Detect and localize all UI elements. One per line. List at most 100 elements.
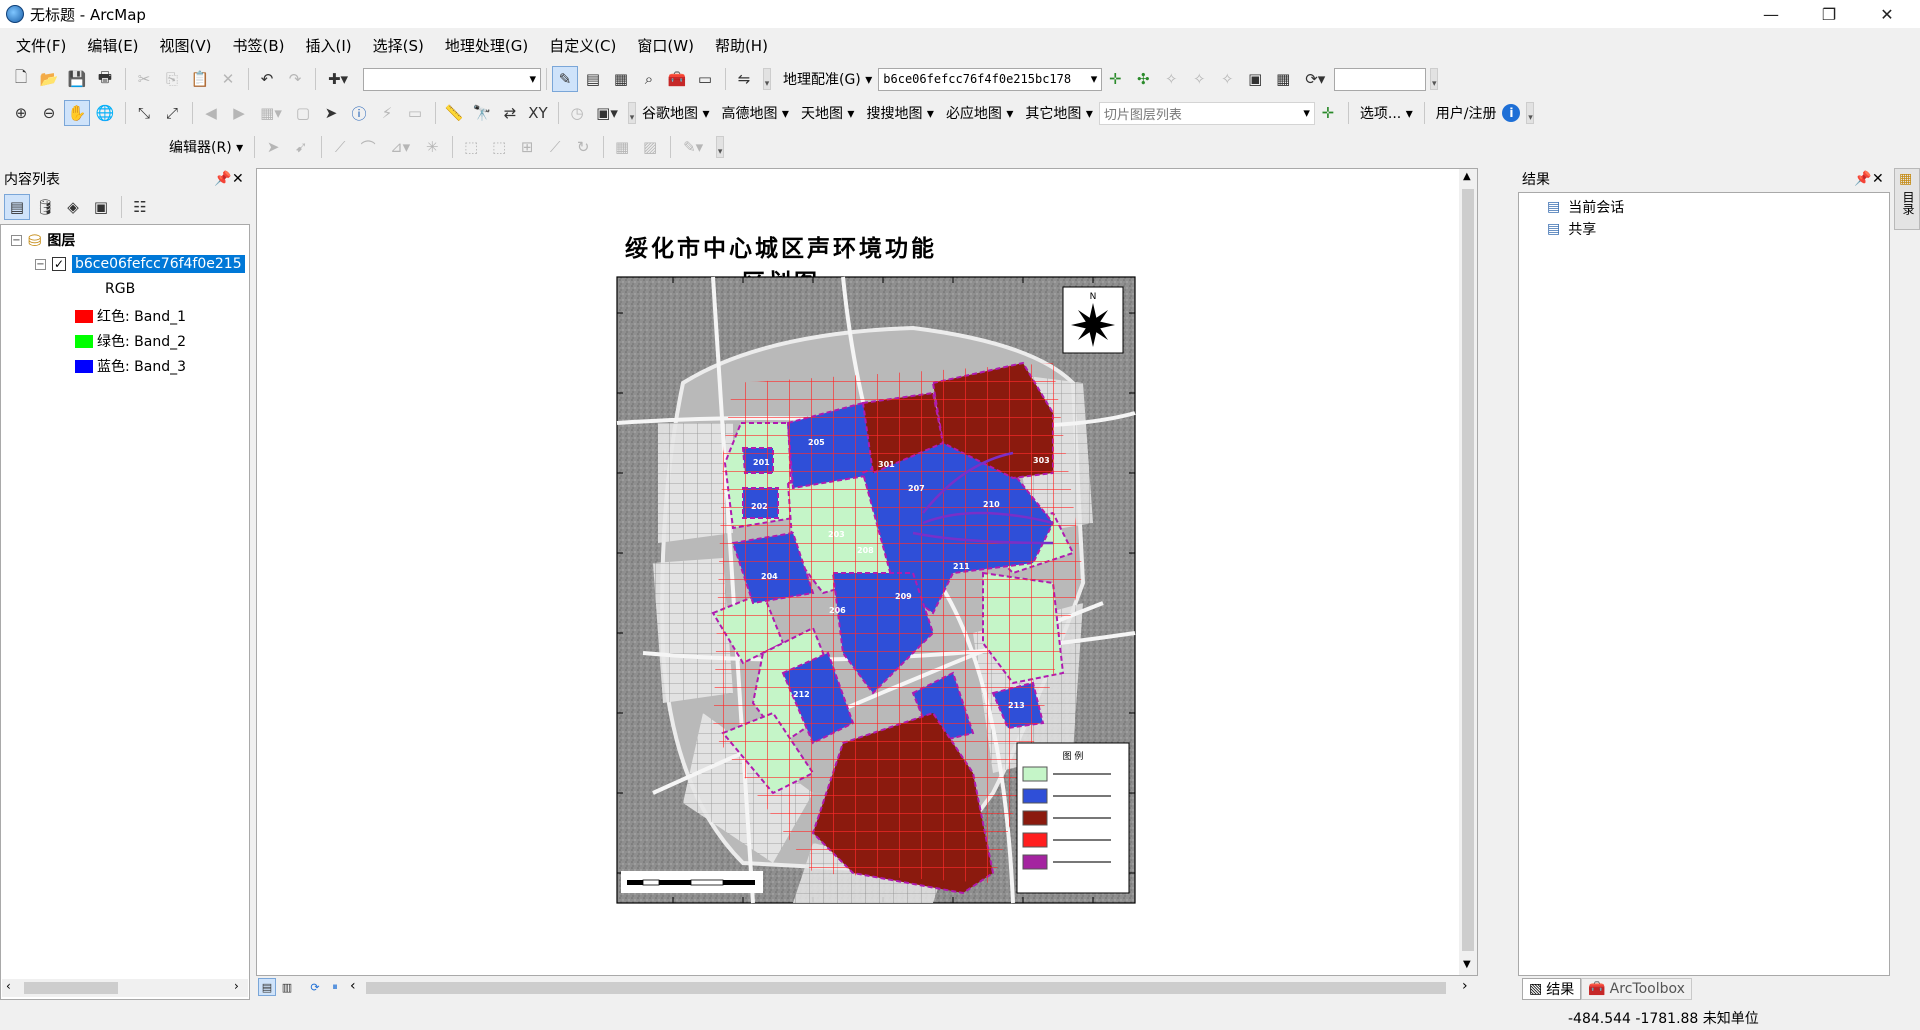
- select-link-icon[interactable]: ✧: [1158, 66, 1184, 92]
- refresh-icon[interactable]: ⟳: [306, 978, 324, 996]
- pause-drawing-icon[interactable]: ⏸: [326, 978, 344, 996]
- end-point-arc-icon[interactable]: ⌒: [355, 134, 381, 160]
- delete-icon[interactable]: ✕: [215, 66, 241, 92]
- toolbar-grip[interactable]: ▾: [763, 68, 771, 90]
- pin-icon[interactable]: 📌: [1854, 171, 1871, 187]
- close-button[interactable]: ✕: [1858, 0, 1916, 28]
- toc-horizontal-scrollbar[interactable]: ‹ ›: [2, 979, 248, 997]
- scale-dropdown[interactable]: ▾: [363, 67, 541, 91]
- edit-annotation-icon[interactable]: ➹: [288, 134, 314, 160]
- open-folder-icon[interactable]: 📂: [36, 66, 62, 92]
- auto-adjust-icon[interactable]: ✣: [1130, 66, 1156, 92]
- straight-segment-icon[interactable]: ⟋: [327, 134, 353, 160]
- html-popup-icon[interactable]: ▭: [402, 100, 428, 126]
- menu-geoprocessing[interactable]: 地理处理(G): [437, 33, 536, 58]
- delete-link-icon[interactable]: ✧: [1214, 66, 1240, 92]
- measure-icon[interactable]: 📏: [441, 100, 467, 126]
- scroll-left-icon[interactable]: ‹: [350, 978, 356, 994]
- layers-root[interactable]: − ⛁ 图层: [11, 230, 75, 250]
- layer-visibility-checkbox[interactable]: ✓: [52, 257, 66, 271]
- go-to-xy-icon[interactable]: XY: [525, 100, 551, 126]
- fixed-zoom-in-icon[interactable]: ⤡: [131, 100, 157, 126]
- scroll-right-icon[interactable]: ›: [234, 979, 239, 993]
- zoom-out-icon[interactable]: ⊖: [36, 100, 62, 126]
- print-icon[interactable]: 🖶: [92, 66, 118, 92]
- table-of-contents-icon[interactable]: ▤: [580, 66, 606, 92]
- raster-layer-item[interactable]: − ✓ b6ce06fefcc76f4f0e215: [35, 255, 245, 273]
- zoom-to-link-icon[interactable]: ✧: [1186, 66, 1212, 92]
- options-icon[interactable]: ☷: [127, 194, 153, 220]
- scroll-right-icon[interactable]: ›: [1462, 978, 1468, 994]
- list-by-drawing-order-icon[interactable]: ▤: [4, 194, 30, 220]
- info-icon[interactable]: i: [1502, 104, 1521, 122]
- forward-arrow-icon[interactable]: ▶: [226, 100, 252, 126]
- select-elements-arrow-icon[interactable]: ➤: [318, 100, 344, 126]
- search-window-icon[interactable]: ⌕: [636, 66, 662, 92]
- list-by-source-icon[interactable]: 🛢: [32, 194, 58, 220]
- bing-maps-menu[interactable]: 必应地图 ▾: [940, 103, 1019, 123]
- clear-selection-icon[interactable]: ▢: [290, 100, 316, 126]
- layer-name-label[interactable]: b6ce06fefcc76f4f0e215: [72, 255, 245, 273]
- user-register-button[interactable]: 用户/注册: [1430, 103, 1503, 123]
- list-by-visibility-icon[interactable]: ◈: [60, 194, 86, 220]
- model-builder-icon[interactable]: ⇋: [731, 66, 757, 92]
- cut-icon[interactable]: ✂: [131, 66, 157, 92]
- soso-maps-menu[interactable]: 搜搜地图 ▾: [860, 103, 939, 123]
- undo-icon[interactable]: ↶: [254, 66, 280, 92]
- collapse-icon[interactable]: −: [11, 234, 22, 246]
- edit-vertices-icon[interactable]: ⬚: [458, 134, 484, 160]
- identify-icon[interactable]: ⓘ: [346, 100, 372, 126]
- scroll-up-icon[interactable]: ▲: [1463, 171, 1471, 182]
- data-view-icon[interactable]: ▤: [258, 978, 276, 996]
- current-session-item[interactable]: ▤ 当前会话: [1547, 197, 1624, 217]
- menu-insert[interactable]: 插入(I): [298, 33, 360, 58]
- python-window-icon[interactable]: ▭: [692, 66, 718, 92]
- tile-layer-list-dropdown[interactable]: 切片图层列表 ▾: [1098, 101, 1315, 125]
- rotate-tool-icon[interactable]: ↻: [570, 134, 596, 160]
- split-tool-icon[interactable]: ⟋: [542, 134, 568, 160]
- map-view[interactable]: 绥化市中心城区声环境功能区划图: [256, 168, 1478, 976]
- sketch-properties-icon[interactable]: ▨: [637, 134, 663, 160]
- rotate-icon[interactable]: ⟳▾: [1298, 66, 1332, 92]
- pan-hand-icon[interactable]: ✋: [64, 100, 90, 126]
- georef-extra-input[interactable]: [1334, 67, 1427, 91]
- menu-view[interactable]: 视图(V): [152, 33, 220, 58]
- google-maps-menu[interactable]: 谷歌地图 ▾: [636, 103, 715, 123]
- create-viewer-window-icon[interactable]: ▣▾: [592, 100, 622, 126]
- paste-icon[interactable]: 📋: [187, 66, 213, 92]
- georeferencing-menu[interactable]: 地理配准(G) ▾: [777, 69, 878, 89]
- pin-icon[interactable]: 📌: [214, 171, 231, 187]
- scroll-thumb[interactable]: [24, 982, 118, 994]
- collapse-icon[interactable]: −: [35, 258, 46, 270]
- link-table-icon[interactable]: ▦: [1270, 66, 1296, 92]
- edit-tool-icon[interactable]: ➤: [260, 134, 286, 160]
- find-binoculars-icon[interactable]: 🔭: [469, 100, 495, 126]
- tab-results[interactable]: ▧ 结果: [1522, 978, 1582, 1000]
- other-maps-menu[interactable]: 其它地图 ▾: [1019, 103, 1098, 123]
- create-features-icon[interactable]: ✎▾: [676, 134, 710, 160]
- tab-arctoolbox[interactable]: 🧰 ArcToolbox: [1581, 978, 1692, 1000]
- shared-item[interactable]: ▤ 共享: [1547, 219, 1596, 239]
- add-control-points-icon[interactable]: ✛: [1102, 66, 1128, 92]
- map-vertical-scrollbar[interactable]: ▲ ▼: [1459, 169, 1477, 975]
- list-by-selection-icon[interactable]: ▣: [88, 194, 114, 220]
- full-extent-globe-icon[interactable]: 🌐: [92, 100, 118, 126]
- menu-customize[interactable]: 自定义(C): [541, 33, 624, 58]
- results-close-icon[interactable]: ✕: [1872, 171, 1884, 187]
- menu-bookmarks[interactable]: 书签(B): [225, 33, 293, 58]
- add-tile-layer-icon[interactable]: ✛: [1315, 100, 1341, 126]
- toolbar-grip[interactable]: ▾: [628, 102, 636, 124]
- time-slider-icon[interactable]: ◷: [564, 100, 590, 126]
- layout-view-icon[interactable]: ▥: [278, 978, 296, 996]
- menu-help[interactable]: 帮助(H): [707, 33, 776, 58]
- find-route-icon[interactable]: ⇄: [497, 100, 523, 126]
- scroll-thumb[interactable]: [1462, 189, 1474, 951]
- add-data-icon[interactable]: ✚▾: [321, 66, 355, 92]
- viewer-icon[interactable]: ▣: [1242, 66, 1268, 92]
- restore-button[interactable]: ❐: [1800, 0, 1858, 28]
- toolbar-grip[interactable]: ▾: [1526, 102, 1535, 124]
- menu-file[interactable]: 文件(F): [8, 33, 74, 58]
- menu-edit[interactable]: 编辑(E): [79, 33, 146, 58]
- redo-icon[interactable]: ↷: [282, 66, 308, 92]
- back-arrow-icon[interactable]: ◀: [198, 100, 224, 126]
